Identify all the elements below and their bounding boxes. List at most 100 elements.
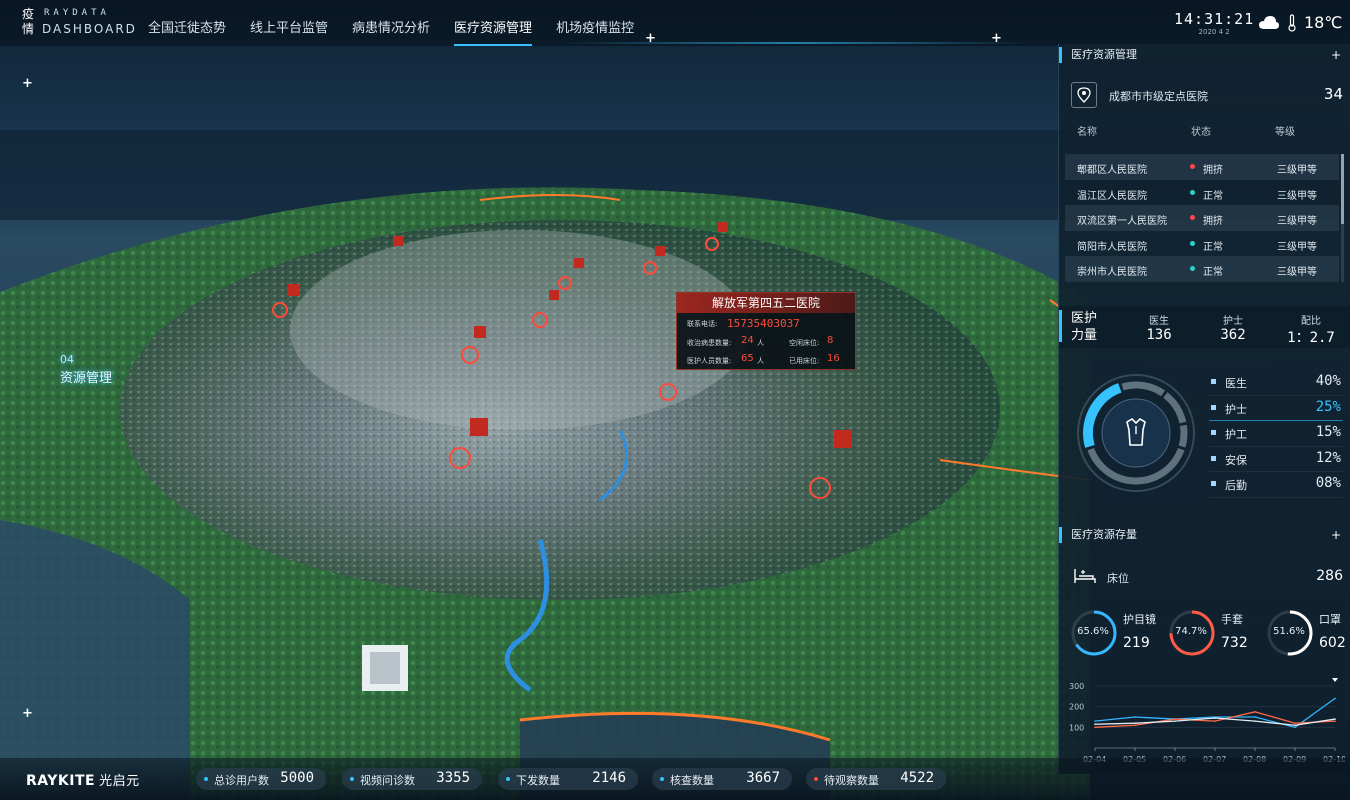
trend-line-chart: 30020010002-0402-0502-0602-0702-0802-090…	[1069, 678, 1345, 764]
area-name: 资源管理	[60, 371, 113, 386]
gauge-pct: 51.6%	[1273, 626, 1305, 637]
legend-pct: 15%	[1315, 424, 1341, 441]
location-name: 成都市市级定点医院	[1109, 90, 1208, 103]
hospital-name: 郫都区人民医院	[1077, 165, 1147, 176]
gauge-value: 732	[1221, 635, 1248, 651]
gauge-goggles[interactable]: 65.6% 护目镜 219	[1069, 608, 1159, 660]
series-point	[1134, 716, 1136, 718]
stat-label: 视频问诊数	[360, 774, 415, 787]
stat-label: 待观察数量	[824, 774, 879, 787]
tab-migration[interactable]: 全国迁徙态势	[148, 17, 226, 43]
ring-segment	[1121, 381, 1166, 397]
bed-label: 床位	[1107, 572, 1129, 585]
hospital-name: 简阳市人民医院	[1077, 241, 1147, 253]
legend-name: 后勤	[1225, 479, 1247, 493]
legend-swatch	[1211, 404, 1216, 410]
gauge-masks[interactable]: 51.6% 口罩 602	[1265, 608, 1350, 660]
ring-segment	[1163, 392, 1187, 424]
gauge-name: 口罩	[1319, 613, 1341, 626]
logo-chars: 疫情	[22, 7, 35, 36]
top-divider	[560, 42, 1030, 44]
plus-marker-icon: +	[22, 76, 33, 91]
table-row[interactable]: 简阳市人民医院 正常 三级甲等	[1065, 231, 1339, 257]
series-point	[1254, 711, 1256, 713]
gauge-pct: 65.6%	[1077, 626, 1109, 637]
popup-free-beds-label: 空闲床位:	[789, 339, 820, 347]
series-point	[1094, 720, 1096, 722]
tab-platform[interactable]: 线上平台监管	[250, 17, 328, 43]
series-point	[1174, 718, 1176, 720]
resource-mgmt-title: 医疗资源管理 +	[1059, 44, 1350, 66]
legend-name: 安保	[1225, 453, 1247, 467]
staff-legend: 医生 40% 护士 25% 护工 15% 安保 12% 后勤 08%	[1209, 370, 1343, 498]
legend-name: 护工	[1225, 428, 1247, 442]
stat-observation[interactable]: 待观察数量 4522	[806, 768, 946, 790]
location-row[interactable]: 成都市市级定点医院 34	[1071, 80, 1343, 110]
table-row[interactable]: 郫都区人民医院 拥挤 三级甲等	[1065, 154, 1339, 180]
tab-patients[interactable]: 病患情况分析	[352, 17, 430, 43]
gauge-value: 602	[1319, 635, 1346, 651]
popup-staff-label: 医护人员数量:	[687, 357, 732, 365]
legend-item[interactable]: 护士 25%	[1209, 396, 1343, 422]
tab-medical-resources[interactable]: 医疗资源管理	[454, 17, 533, 46]
hospital-popup[interactable]: 解放军第四五二医院 联系电话: 15735403037 收治病患数量: 24 人…	[676, 292, 856, 370]
stat-video-consult[interactable]: 视频问诊数 3355	[342, 768, 482, 790]
table-row[interactable]: 双流区第一人民医院 拥挤 三级甲等	[1065, 205, 1339, 231]
hospital-level: 三级甲等	[1277, 267, 1317, 279]
doctor-stat: 医生 136	[1129, 312, 1189, 343]
gauge-gloves[interactable]: 74.7% 手套 732	[1167, 608, 1257, 660]
series-point	[1094, 723, 1096, 726]
gauge-pct: 74.7%	[1175, 626, 1207, 637]
table-scrollbar[interactable]	[1341, 154, 1344, 282]
scrollbar-thumb[interactable]	[1341, 154, 1344, 224]
gauge-value: 219	[1123, 635, 1150, 651]
legend-item[interactable]: 护工 15%	[1209, 421, 1343, 447]
table-row[interactable]: 崇州市人民医院 正常 三级甲等	[1065, 256, 1339, 282]
popup-free-beds-value: 8	[827, 335, 834, 346]
stat-value: 3667	[746, 770, 780, 786]
top-bar: 疫情 RAYDATA DASHBOARD 全国迁徙态势 线上平台监管 病患情况分…	[0, 0, 1350, 46]
main-nav: 全国迁徙态势 线上平台监管 病患情况分析 医疗资源管理 机场疫情监控	[148, 17, 634, 46]
popup-used-beds-label: 已用床位:	[789, 357, 820, 365]
legend-item[interactable]: 医生 40%	[1209, 370, 1343, 396]
hospital-level: 三级甲等	[1277, 165, 1317, 176]
plus-icon[interactable]: +	[1331, 524, 1341, 546]
stat-value: 4522	[900, 770, 934, 786]
plus-icon[interactable]: +	[1331, 44, 1341, 66]
legend-pct: 08%	[1315, 475, 1341, 492]
area-label[interactable]: 04 资源管理	[60, 352, 112, 386]
legend-pct: 25%	[1315, 398, 1341, 415]
legend-item[interactable]: 后勤 08%	[1209, 472, 1343, 498]
series-point	[1214, 720, 1216, 722]
bed-row[interactable]: 床位 286	[1071, 566, 1343, 588]
series-point	[1134, 724, 1136, 727]
nurse-value: 362	[1220, 327, 1246, 343]
hospital-status: 正常	[1203, 267, 1223, 279]
resource-mgmt-title-text: 医疗资源管理	[1071, 48, 1137, 61]
weather: 18℃	[1258, 13, 1342, 32]
ratio-label: 配比	[1301, 316, 1321, 327]
hospital-level: 三级甲等	[1277, 216, 1317, 228]
col-name: 名称	[1077, 127, 1097, 138]
storage-title-text: 医疗资源存量	[1071, 528, 1137, 541]
series-point	[1214, 717, 1216, 719]
hospital-name: 崇州市人民医院	[1077, 267, 1147, 279]
legend-swatch	[1211, 379, 1216, 384]
tab-airport[interactable]: 机场疫情监控	[556, 17, 634, 43]
temperature: 18℃	[1304, 13, 1343, 32]
popup-received-unit: 人	[757, 339, 764, 347]
stat-issued[interactable]: 下发数量 2146	[498, 768, 638, 790]
table-row[interactable]: 温江区人民医院 正常 三级甲等	[1065, 180, 1339, 206]
popup-used-beds-value: 16	[827, 353, 840, 364]
series-point	[1294, 726, 1296, 729]
bed-count: 286	[1316, 568, 1343, 584]
stat-checked[interactable]: 核查数量 3667	[652, 768, 792, 790]
series-point	[1294, 724, 1296, 727]
staff-ring-chart	[1077, 374, 1195, 492]
stat-label: 总诊用户数	[214, 774, 269, 787]
hospital-status: 正常	[1203, 241, 1223, 253]
legend-swatch	[1211, 481, 1216, 487]
stat-total-users[interactable]: 总诊用户数 5000	[196, 768, 326, 790]
col-status: 状态	[1191, 127, 1211, 138]
legend-item[interactable]: 安保 12%	[1209, 447, 1343, 473]
